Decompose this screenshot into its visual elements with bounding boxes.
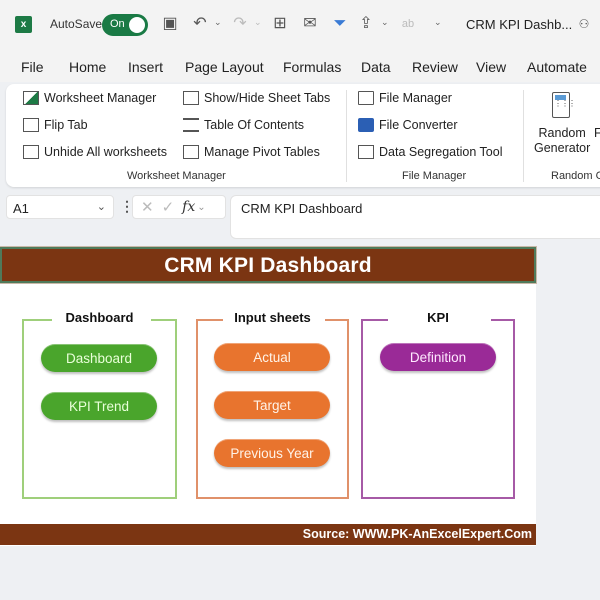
tab-view[interactable]: View bbox=[476, 59, 506, 75]
target-button[interactable]: Target bbox=[214, 391, 330, 419]
manage-pivot-tables-label: Manage Pivot Tables bbox=[204, 145, 320, 159]
mail-icon[interactable]: ✉ bbox=[300, 14, 320, 34]
manage-pivot-tables-icon bbox=[183, 145, 199, 159]
tab-data[interactable]: Data bbox=[361, 59, 391, 75]
filter-icon[interactable]: ⏷ bbox=[330, 14, 350, 34]
redo-icon[interactable]: ↷ bbox=[230, 14, 250, 34]
enter-icon[interactable]: ✓ bbox=[162, 198, 175, 216]
dashboard-banner[interactable]: CRM KPI Dashboard bbox=[0, 246, 537, 284]
tab-review[interactable]: Review bbox=[412, 59, 458, 75]
table-of-contents-icon bbox=[183, 118, 199, 132]
worksheet[interactable]: CRM KPI Dashboard Dashboard Dashboard KP… bbox=[0, 246, 537, 546]
tab-page-layout[interactable]: Page Layout bbox=[185, 59, 264, 75]
unhide-all-label: Unhide All worksheets bbox=[44, 145, 167, 159]
tab-formulas[interactable]: Formulas bbox=[283, 59, 341, 75]
file-manager-group-label: File Manager bbox=[402, 170, 467, 182]
excel-icon: x bbox=[15, 16, 32, 33]
autosave-toggle[interactable]: On bbox=[102, 14, 148, 36]
file-converter-label: File Converter bbox=[379, 118, 458, 132]
panel-dashboard: Dashboard Dashboard KPI Trend bbox=[22, 310, 177, 499]
tab-file[interactable]: File bbox=[21, 59, 44, 75]
source-footer: Source: WWW.PK-AnExcelExpert.Com bbox=[0, 524, 536, 545]
actual-button[interactable]: Actual bbox=[214, 343, 330, 371]
chevron-down-icon[interactable]: ⌄ bbox=[197, 202, 205, 213]
name-box-value: A1 bbox=[13, 201, 29, 216]
file-manager-label: File Manager bbox=[379, 91, 452, 105]
show-hide-tabs-button[interactable]: Show/Hide Sheet Tabs bbox=[183, 91, 330, 105]
undo-dropdown-icon[interactable]: ⌄ bbox=[214, 17, 222, 28]
formula-input[interactable]: CRM KPI Dashboard bbox=[230, 195, 600, 239]
table-of-contents-button[interactable]: Table Of Contents bbox=[183, 118, 304, 132]
panel-kpi: KPI Definition bbox=[361, 310, 515, 499]
show-hide-tabs-icon bbox=[183, 91, 199, 105]
worksheet-manager-icon bbox=[23, 91, 39, 105]
data-segregation-icon bbox=[358, 145, 374, 159]
unhide-all-icon bbox=[23, 145, 39, 159]
file-manager-icon bbox=[358, 91, 374, 105]
flip-tab-icon bbox=[23, 118, 39, 132]
random-generator-button[interactable]: Random Generator bbox=[534, 126, 590, 155]
definition-button[interactable]: Definition bbox=[380, 343, 496, 371]
banner-title: CRM KPI Dashboard bbox=[164, 254, 372, 277]
save-icon[interactable]: ▣ bbox=[160, 14, 180, 34]
share-icon[interactable]: ⇪ bbox=[356, 14, 376, 34]
document-title: CRM KPI Dashb... bbox=[466, 17, 573, 32]
group-separator bbox=[523, 90, 524, 182]
tab-automate[interactable]: Automate bbox=[527, 59, 587, 75]
panel-input-sheets: Input sheets Actual Target Previous Year bbox=[196, 310, 349, 499]
unhide-all-button[interactable]: Unhide All worksheets bbox=[23, 145, 167, 159]
next-ribbon-button-partial[interactable]: F bbox=[594, 126, 600, 140]
file-converter-button[interactable]: File Converter bbox=[358, 118, 458, 132]
autosave-state: On bbox=[110, 18, 125, 30]
data-segregation-label: Data Segregation Tool bbox=[379, 145, 503, 159]
worksheet-manager-button[interactable]: Worksheet Manager bbox=[23, 91, 156, 105]
group-separator bbox=[346, 90, 347, 182]
menu-bar: File Home Insert Page Layout Formulas Da… bbox=[0, 50, 600, 82]
name-box[interactable]: A1 ⌄ bbox=[6, 195, 114, 219]
title-bar: x AutoSave On ▣ ↶ ⌄ ↷ ⌄ ⊞ ✉ ⏷ ⇪ ⌄ ab ⌄ C… bbox=[0, 0, 600, 50]
panel-title: Dashboard bbox=[65, 310, 134, 325]
flip-tab-label: Flip Tab bbox=[44, 118, 88, 132]
show-hide-tabs-label: Show/Hide Sheet Tabs bbox=[204, 91, 331, 105]
previous-year-button[interactable]: Previous Year bbox=[214, 439, 330, 467]
share-dropdown-icon[interactable]: ⌄ bbox=[381, 17, 389, 28]
chevron-down-icon[interactable]: ⌄ bbox=[97, 200, 106, 213]
worksheet-manager-group-label: Worksheet Manager bbox=[127, 170, 226, 182]
kpi-trend-button[interactable]: KPI Trend bbox=[41, 392, 157, 420]
undo-icon[interactable]: ↶ bbox=[190, 14, 210, 34]
file-manager-button[interactable]: File Manager bbox=[358, 91, 452, 105]
panel-title: Input sheets bbox=[234, 310, 311, 325]
redo-dropdown-icon[interactable]: ⌄ bbox=[254, 17, 262, 28]
word-icon bbox=[358, 118, 374, 132]
source-text: Source: WWW.PK-AnExcelExpert.Com bbox=[302, 527, 532, 541]
formula-controls: ✕ ✓ fx ⌄ bbox=[132, 195, 226, 219]
dashboard-button[interactable]: Dashboard bbox=[41, 344, 157, 372]
table-of-contents-label: Table Of Contents bbox=[204, 118, 305, 132]
coauthor-icon[interactable]: ⚇ bbox=[574, 14, 594, 34]
customize-qat-icon[interactable]: ⌄ bbox=[434, 17, 442, 28]
manage-pivot-tables-button[interactable]: Manage Pivot Tables bbox=[183, 145, 320, 159]
tab-insert[interactable]: Insert bbox=[128, 59, 163, 75]
worksheet-manager-label: Worksheet Manager bbox=[44, 91, 157, 105]
spelling-icon[interactable]: ab bbox=[398, 14, 418, 34]
random-generator-label-1: Random bbox=[538, 126, 586, 140]
ribbon: Worksheet Manager Flip Tab Unhide All wo… bbox=[6, 84, 600, 187]
toggle-knob bbox=[129, 17, 145, 33]
formula-value: CRM KPI Dashboard bbox=[241, 201, 363, 216]
calculator-icon bbox=[552, 92, 575, 118]
random-generator-label-2: Generator bbox=[534, 141, 591, 155]
insert-function-icon[interactable]: fx bbox=[182, 199, 195, 215]
autosave-label: AutoSave bbox=[50, 17, 103, 31]
borders-icon[interactable]: ⊞ bbox=[270, 14, 290, 34]
data-segregation-button[interactable]: Data Segregation Tool bbox=[358, 145, 502, 159]
tab-home[interactable]: Home bbox=[69, 59, 106, 75]
panel-title: KPI bbox=[427, 310, 449, 325]
random-group-label: Random G bbox=[551, 170, 600, 182]
flip-tab-button[interactable]: Flip Tab bbox=[23, 118, 88, 132]
cancel-icon[interactable]: ✕ bbox=[141, 198, 154, 216]
